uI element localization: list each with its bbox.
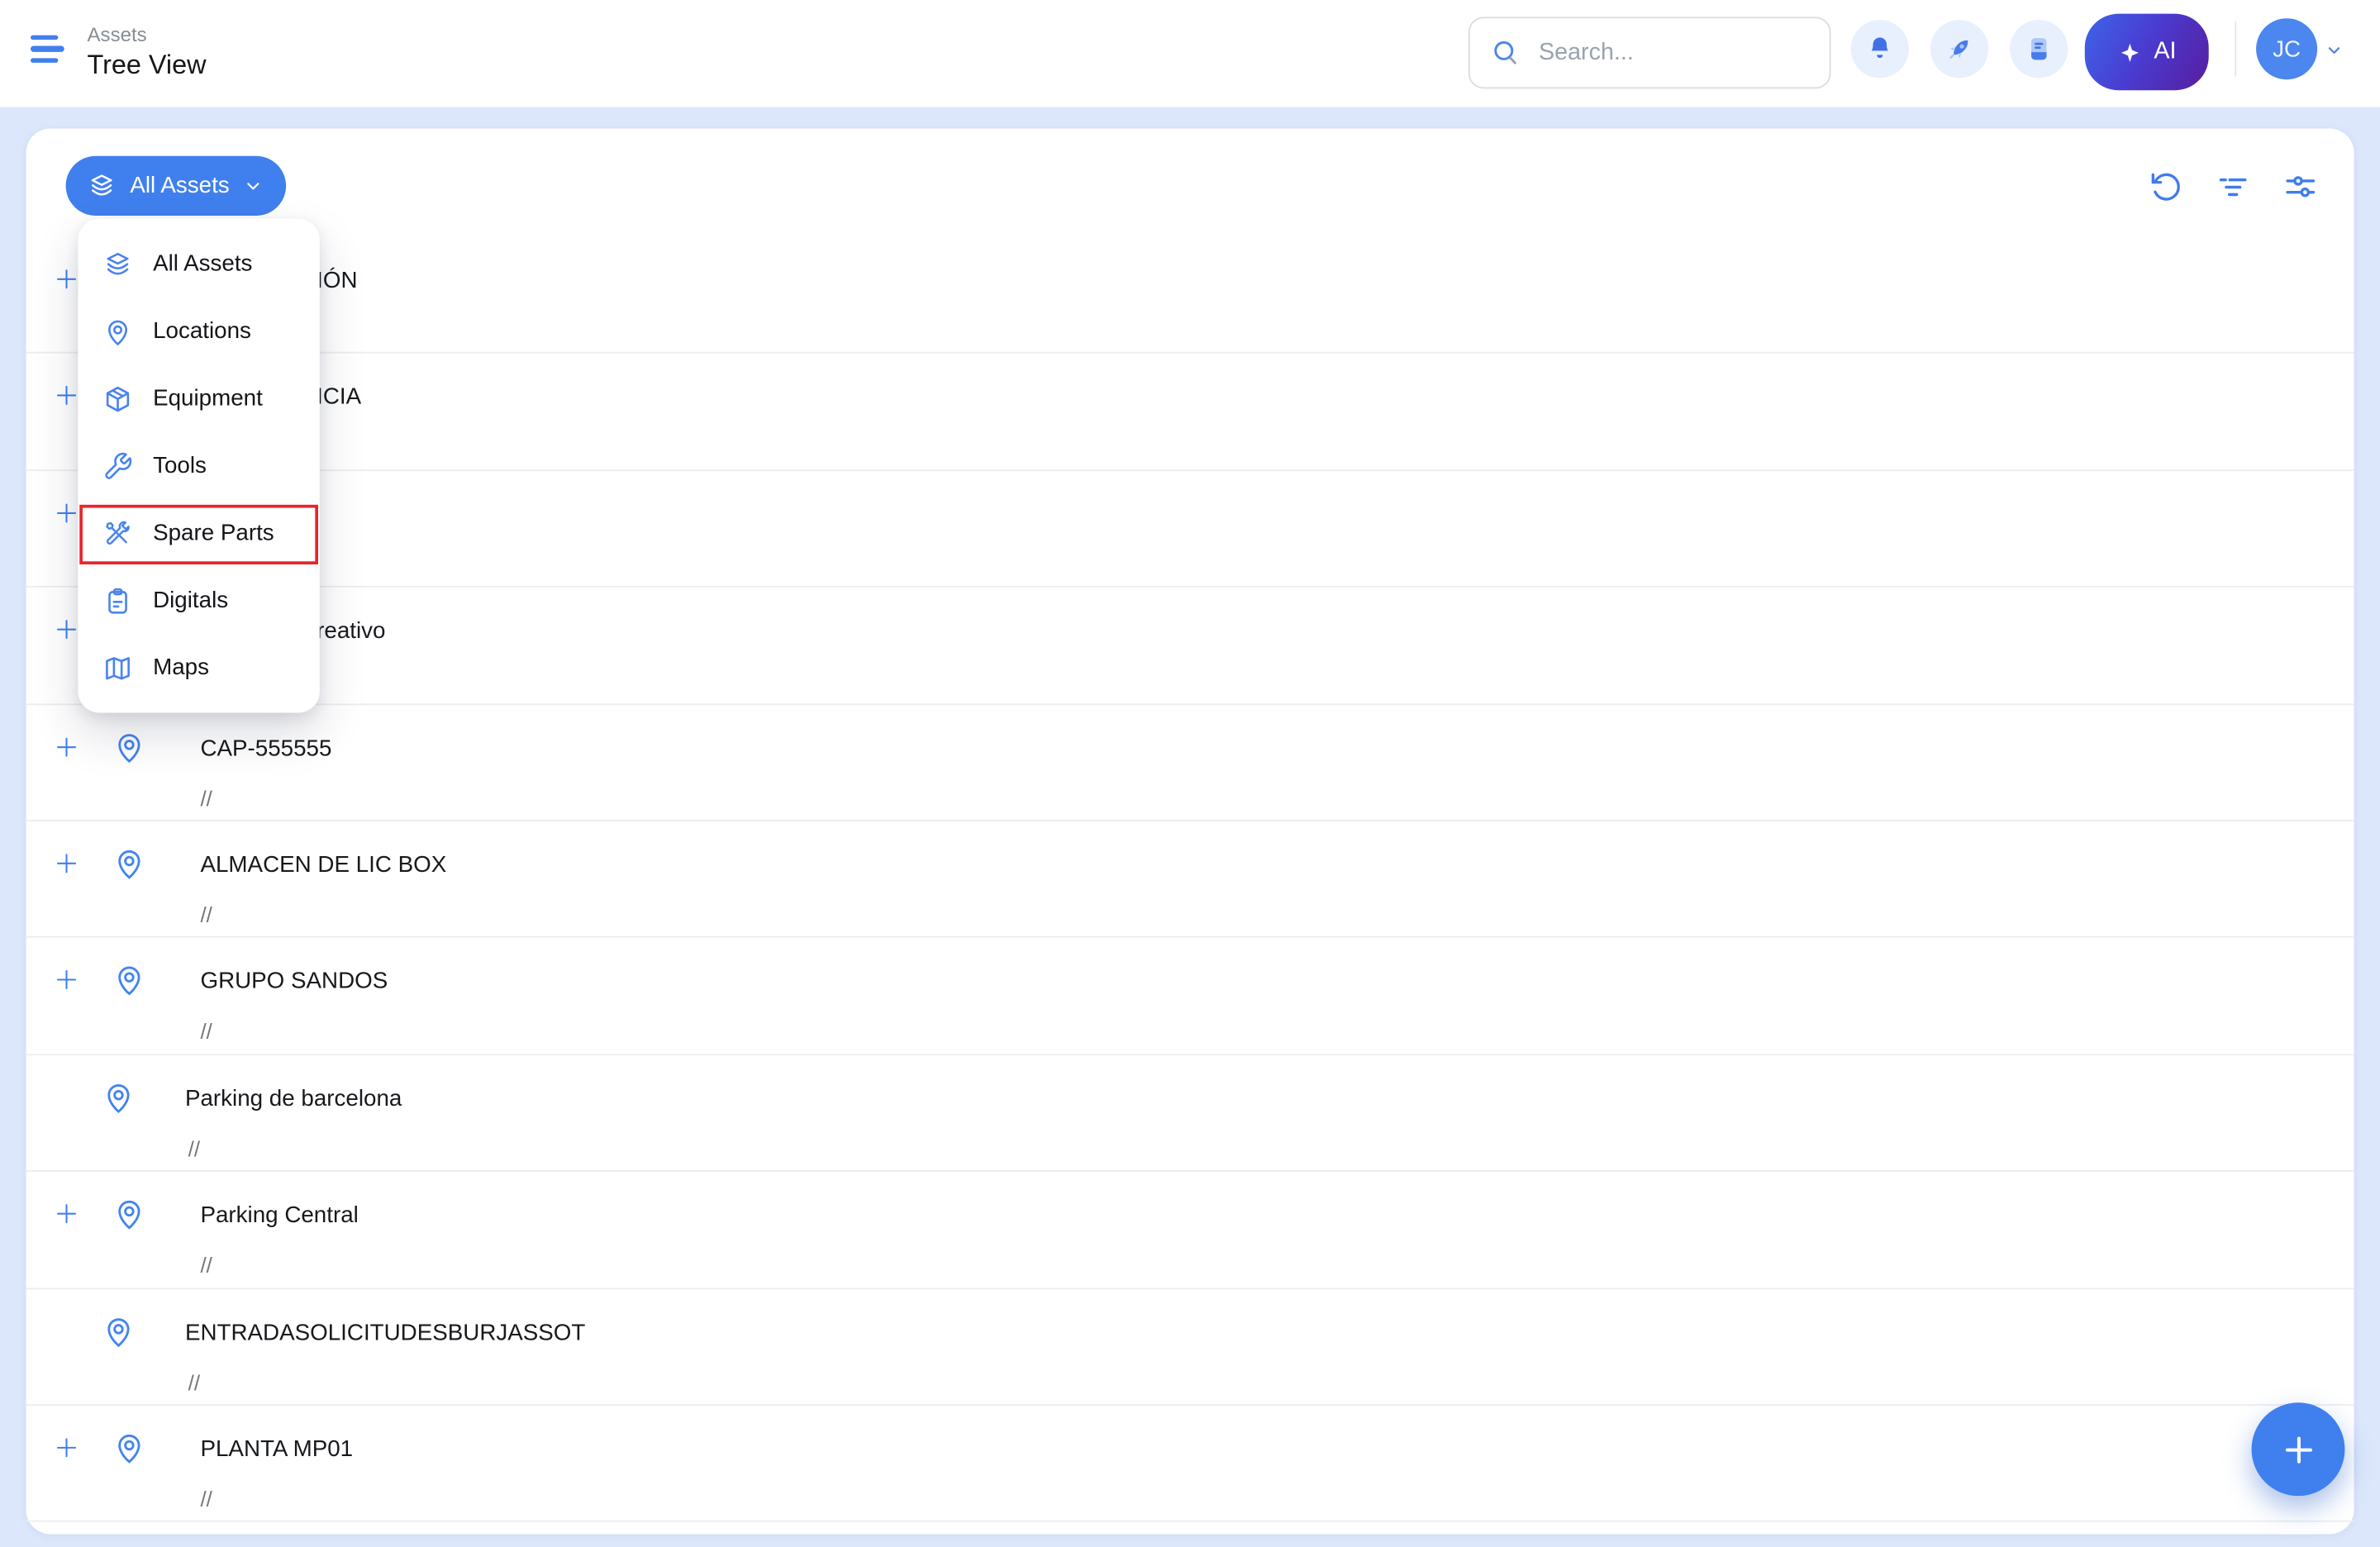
table-row[interactable]: ENTRADASOLICITUDESBURJASSOT //: [26, 1288, 2354, 1405]
add-asset-fab-button[interactable]: [2252, 1402, 2345, 1496]
asset-type-dropdown-menu: All Assets Locations Equipment Tools: [78, 219, 319, 713]
asset-name: ALMACEN DE LIC BOX: [200, 852, 446, 878]
location-pin-icon: [112, 729, 147, 764]
menu-item-label: Maps: [153, 654, 209, 680]
expand-plus-icon[interactable]: [54, 1201, 79, 1226]
map-icon: [102, 652, 133, 683]
menu-item-label: Equipment: [153, 385, 263, 411]
wrench-icon: [102, 450, 133, 481]
user-avatar[interactable]: JC: [2256, 18, 2317, 79]
table-row[interactable]: Parking de barcelona //: [26, 1055, 2354, 1172]
asset-name: PLANTA MP01: [200, 1436, 353, 1462]
spare-parts-icon: [102, 518, 133, 549]
table-row[interactable]: ALMACEN DE LIC BOX //: [26, 821, 2354, 938]
asset-name: GRUPO SANDOS: [200, 969, 388, 994]
asset-name: Parking Central: [200, 1202, 358, 1228]
menu-item-spare-parts[interactable]: Spare Parts: [78, 499, 319, 566]
sliders-icon[interactable]: [2282, 169, 2319, 205]
table-row[interactable]: IÓN: [26, 237, 2354, 354]
search-box[interactable]: [1468, 17, 1831, 88]
table-row[interactable]: CAP-555555 //: [26, 704, 2354, 821]
menu-item-label: Locations: [153, 318, 251, 344]
expand-plus-icon[interactable]: [54, 500, 79, 526]
asset-type-dropdown-button[interactable]: All Assets: [66, 156, 287, 216]
menu-item-all-assets[interactable]: All Assets: [78, 231, 319, 298]
notifications-button[interactable]: [1851, 20, 1909, 78]
location-pin-icon: [112, 1430, 147, 1465]
menu-item-label: All Assets: [153, 251, 252, 277]
box-icon: [102, 383, 133, 414]
documentation-icon: [2024, 34, 2054, 64]
rocket-button[interactable]: [1930, 20, 1988, 78]
ai-button-label: AI: [2154, 38, 2176, 65]
expand-plus-icon[interactable]: [54, 1435, 79, 1460]
documentation-button[interactable]: [2010, 20, 2068, 78]
menu-item-label: Tools: [153, 453, 207, 478]
asset-name: ICIA: [317, 384, 361, 410]
table-row[interactable]: ICIA: [26, 354, 2354, 470]
menu-item-label: Digitals: [153, 588, 228, 613]
asset-path: //: [188, 1370, 200, 1395]
menu-item-tools[interactable]: Tools: [78, 432, 319, 499]
tree-view-card: IÓN ICIA reativo: [26, 128, 2354, 1534]
avatar-initials: JC: [2273, 36, 2301, 61]
sparkle-icon: [2117, 39, 2143, 64]
menu-item-equipment[interactable]: Equipment: [78, 364, 319, 431]
table-row[interactable]: GRUPO SANDOS //: [26, 938, 2354, 1054]
refresh-icon[interactable]: [2146, 169, 2182, 205]
asset-type-label: All Assets: [130, 173, 229, 198]
bell-icon: [1864, 34, 1895, 64]
menu-item-maps[interactable]: Maps: [78, 634, 319, 701]
app-root: Assets Tree View: [0, 0, 2380, 1547]
filter-icon[interactable]: [2215, 169, 2251, 205]
hamburger-menu-icon[interactable]: [31, 36, 67, 72]
ai-assistant-button[interactable]: AI: [2085, 14, 2209, 91]
expand-plus-icon[interactable]: [54, 850, 79, 876]
expand-plus-icon[interactable]: [54, 967, 79, 992]
chevron-down-icon: [243, 176, 263, 196]
asset-name: reativo: [317, 618, 385, 644]
layers-icon: [88, 171, 117, 200]
asset-tree-list: IÓN ICIA reativo: [26, 237, 2354, 1522]
location-pin-icon: [101, 1079, 136, 1115]
asset-path: //: [200, 1487, 212, 1511]
asset-name: Parking de barcelona: [185, 1086, 402, 1111]
avatar-chevron-down-icon[interactable]: [2324, 41, 2345, 60]
header-divider: [2235, 21, 2236, 77]
asset-name: ENTRADASOLICITUDESBURJASSOT: [185, 1319, 585, 1345]
table-row[interactable]: PLANTA MP01 //: [26, 1406, 2354, 1522]
table-row[interactable]: reativo: [26, 588, 2354, 704]
search-icon: [1490, 36, 1522, 69]
breadcrumb: Assets: [88, 23, 147, 46]
asset-name: CAP-555555: [200, 735, 331, 760]
plus-icon: [2278, 1430, 2318, 1469]
page-title: Tree View: [88, 49, 207, 81]
menu-item-label: Spare Parts: [153, 520, 274, 545]
location-pin-icon: [101, 1313, 136, 1349]
expand-plus-icon[interactable]: [54, 266, 79, 292]
menu-item-digitals[interactable]: Digitals: [78, 567, 319, 634]
asset-path: //: [200, 1019, 212, 1044]
clipboard-icon: [102, 585, 133, 616]
asset-path: //: [200, 1253, 212, 1278]
table-row[interactable]: [26, 471, 2354, 588]
expand-plus-icon[interactable]: [54, 616, 79, 642]
asset-name: IÓN: [317, 268, 357, 293]
asset-path: //: [188, 1136, 200, 1161]
location-pin-icon: [112, 1197, 147, 1232]
app-header: Assets Tree View: [0, 0, 2380, 107]
location-pin-icon: [112, 845, 147, 881]
search-input[interactable]: [1535, 37, 1814, 68]
map-pin-icon: [102, 316, 133, 346]
layers-icon: [102, 249, 133, 279]
asset-path: //: [200, 902, 212, 927]
rocket-icon: [1944, 34, 1974, 64]
table-row[interactable]: Parking Central //: [26, 1172, 2354, 1288]
menu-item-locations[interactable]: Locations: [78, 298, 319, 364]
expand-plus-icon[interactable]: [54, 383, 79, 408]
asset-path: //: [200, 786, 212, 811]
location-pin-icon: [112, 963, 147, 998]
expand-plus-icon[interactable]: [54, 734, 79, 759]
